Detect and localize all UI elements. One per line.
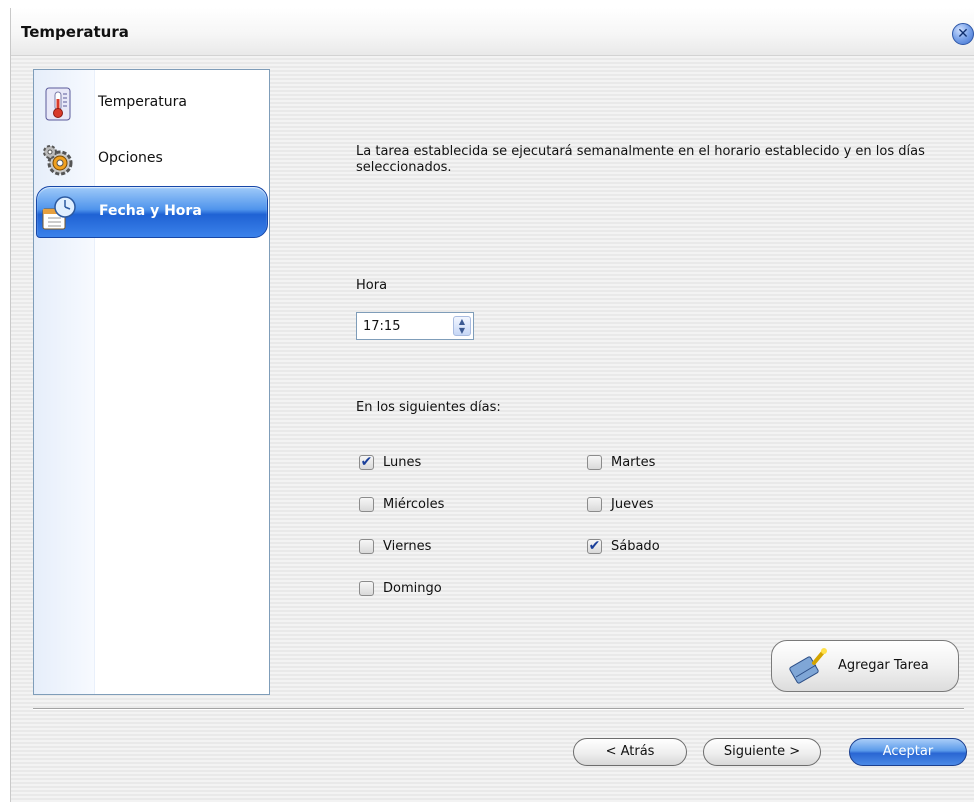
- sidebar-item-opciones[interactable]: Opciones: [36, 134, 268, 186]
- close-icon[interactable]: ✕: [952, 23, 974, 45]
- checkbox-box[interactable]: [587, 497, 602, 512]
- checkbox-label: Viernes: [383, 539, 432, 554]
- checkbox-box[interactable]: [587, 455, 602, 470]
- checkbox-label: Miércoles: [383, 497, 445, 512]
- sidebar: Temperatura Opciones Fecha y Hora: [33, 69, 270, 695]
- hora-label: Hora: [356, 278, 388, 293]
- spin-down-icon[interactable]: ▼: [454, 326, 470, 335]
- time-value[interactable]: 17:15: [363, 319, 400, 334]
- title-bar: Temperatura ✕: [11, 8, 974, 56]
- sidebar-item-label: Fecha y Hora: [99, 203, 202, 219]
- footer-divider: [33, 708, 964, 710]
- gears-icon: [43, 145, 73, 176]
- checkbox-label: Martes: [611, 455, 656, 470]
- next-button[interactable]: Siguiente >: [703, 738, 821, 766]
- checkbox-box[interactable]: [359, 539, 374, 554]
- dialog-window: Temperatura ✕ Temperatura Opciones Fecha…: [10, 8, 974, 802]
- task-description: La tarea establecida se ejecutará semana…: [356, 144, 925, 175]
- spin-buttons[interactable]: ▲ ▼: [453, 316, 471, 336]
- days-label: En los siguientes días:: [356, 400, 501, 415]
- checkbox-label: Lunes: [383, 455, 422, 470]
- wand-chip-icon: [789, 648, 827, 684]
- accept-button[interactable]: Aceptar: [849, 738, 967, 766]
- checkbox-box[interactable]: [359, 581, 374, 596]
- add-task-button[interactable]: Agregar Tarea: [771, 640, 959, 692]
- thermometer-icon: [45, 87, 71, 121]
- checkbox-label: Jueves: [611, 497, 654, 512]
- add-task-label: Agregar Tarea: [838, 658, 929, 673]
- sidebar-item-label: Temperatura: [98, 94, 187, 110]
- checkbox-box[interactable]: [359, 497, 374, 512]
- sidebar-item-fecha-y-hora[interactable]: Fecha y Hora: [36, 186, 268, 238]
- checkbox-label: Sábado: [611, 539, 660, 554]
- back-button[interactable]: < Atrás: [573, 738, 687, 766]
- checkbox-box[interactable]: ✔: [587, 539, 602, 554]
- time-stepper[interactable]: 17:15 ▲ ▼: [356, 312, 474, 340]
- calendar-clock-icon: [42, 196, 76, 230]
- sidebar-item-label: Opciones: [98, 150, 163, 166]
- spin-up-icon[interactable]: ▲: [454, 317, 470, 326]
- sidebar-item-temperatura[interactable]: Temperatura: [36, 78, 268, 130]
- checkbox-box[interactable]: ✔: [359, 455, 374, 470]
- window-title: Temperatura: [21, 23, 129, 41]
- checkbox-label: Domingo: [383, 581, 442, 596]
